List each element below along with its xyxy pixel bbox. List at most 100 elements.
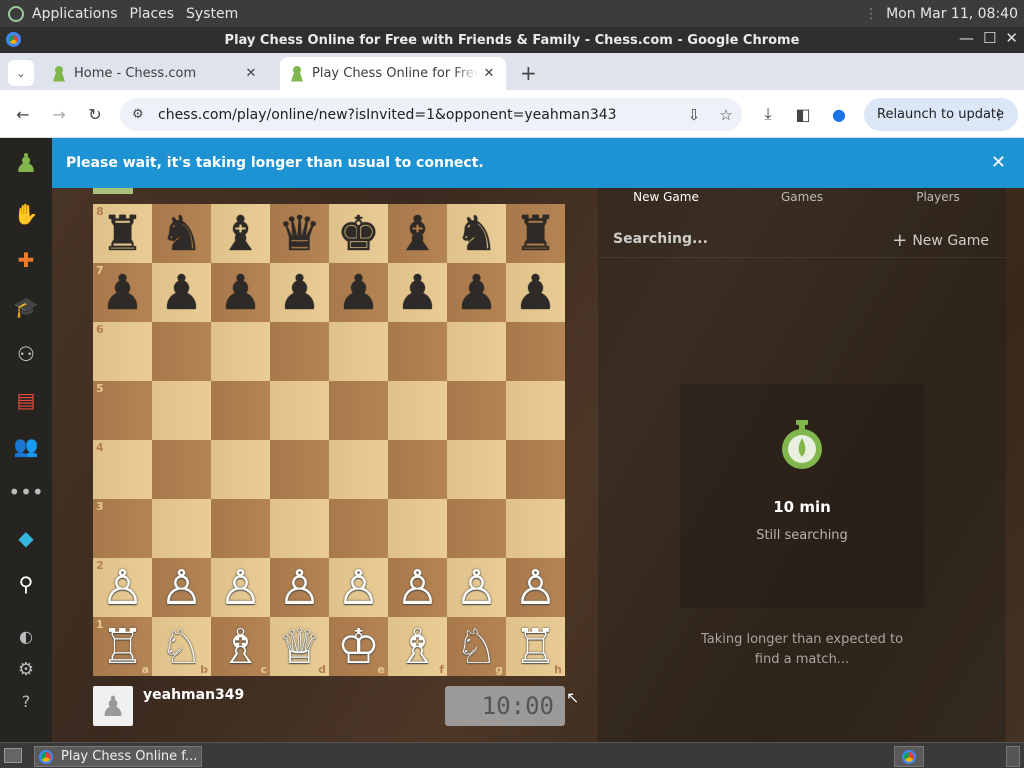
square-g1[interactable]: g ♘ [447, 617, 506, 676]
square-c8[interactable]: ♝ [211, 204, 270, 263]
square-f2[interactable]: ♙ [388, 558, 447, 617]
more-menu-icon[interactable]: ⋮ [992, 107, 1006, 123]
square-e8[interactable]: ♚ [329, 204, 388, 263]
square-a7[interactable]: 7 ♟ [93, 263, 152, 322]
square-g6[interactable] [447, 322, 506, 381]
square-h2[interactable]: ♙ [506, 558, 565, 617]
square-c2[interactable]: ♙ [211, 558, 270, 617]
white-pawn-icon[interactable]: ♙ [337, 564, 380, 612]
avatar[interactable]: ♟ [93, 686, 133, 726]
play-icon[interactable]: ✋ [12, 200, 40, 228]
url-text[interactable]: chess.com/play/online/new?isInvited=1&op… [158, 107, 678, 123]
white-pawn-icon[interactable]: ♙ [278, 564, 321, 612]
square-h5[interactable] [506, 381, 565, 440]
watch-icon[interactable]: ⚇ [12, 340, 40, 368]
help-icon[interactable]: ? [12, 687, 40, 715]
square-e7[interactable]: ♟ [329, 263, 388, 322]
taskbar-window-button[interactable]: Play Chess Online f... [34, 746, 202, 767]
square-f8[interactable]: ♝ [388, 204, 447, 263]
black-bishop-icon[interactable]: ♝ [219, 210, 262, 258]
tab-play-chess[interactable]: Play Chess Online for Free with Friends … [280, 57, 506, 90]
square-e1[interactable]: e ♔ [329, 617, 388, 676]
white-bishop-icon[interactable]: ♗ [219, 623, 262, 671]
black-rook-icon[interactable]: ♜ [514, 210, 557, 258]
maximize-icon[interactable]: ☐ [983, 29, 996, 47]
black-knight-icon[interactable]: ♞ [160, 210, 203, 258]
square-g4[interactable] [447, 440, 506, 499]
install-app-icon[interactable]: ⇩ [678, 106, 710, 124]
downloads-icon[interactable]: ⤓ [756, 102, 780, 126]
square-b5[interactable] [152, 381, 211, 440]
forward-icon[interactable]: → [47, 102, 71, 126]
square-c1[interactable]: c ♗ [211, 617, 270, 676]
square-b3[interactable] [152, 499, 211, 558]
white-king-icon[interactable]: ♔ [337, 623, 380, 671]
black-pawn-icon[interactable]: ♟ [101, 269, 144, 317]
square-d8[interactable]: ♛ [270, 204, 329, 263]
white-pawn-icon[interactable]: ♙ [219, 564, 262, 612]
new-tab-icon[interactable]: + [520, 61, 537, 85]
square-g2[interactable]: ♙ [447, 558, 506, 617]
square-d5[interactable] [270, 381, 329, 440]
more-icon[interactable]: ••• [8, 478, 43, 506]
square-c7[interactable]: ♟ [211, 263, 270, 322]
black-pawn-icon[interactable]: ♟ [219, 269, 262, 317]
learn-icon[interactable]: 🎓 [12, 293, 40, 321]
square-d6[interactable] [270, 322, 329, 381]
square-h8[interactable]: ♜ [506, 204, 565, 263]
black-pawn-icon[interactable]: ♟ [337, 269, 380, 317]
white-pawn-icon[interactable]: ♙ [101, 564, 144, 612]
applications-menu[interactable]: Applications [32, 6, 118, 22]
system-menu[interactable]: System [186, 6, 238, 22]
square-c5[interactable] [211, 381, 270, 440]
places-menu[interactable]: Places [130, 6, 175, 22]
profile-icon[interactable]: ● [827, 102, 851, 126]
social-icon[interactable]: 👥 [12, 432, 40, 460]
tab-home[interactable]: Home - Chess.com ✕ [42, 57, 268, 90]
square-b8[interactable]: ♞ [152, 204, 211, 263]
white-queen-icon[interactable]: ♕ [278, 623, 321, 671]
square-h3[interactable] [506, 499, 565, 558]
black-pawn-icon[interactable]: ♟ [514, 269, 557, 317]
square-f6[interactable] [388, 322, 447, 381]
square-e6[interactable] [329, 322, 388, 381]
news-icon[interactable]: ▤ [12, 386, 40, 414]
square-h4[interactable] [506, 440, 565, 499]
tab-new-game[interactable]: New Game [598, 188, 734, 210]
black-knight-icon[interactable]: ♞ [455, 210, 498, 258]
square-g7[interactable]: ♟ [447, 263, 506, 322]
square-d2[interactable]: ♙ [270, 558, 329, 617]
black-pawn-icon[interactable]: ♟ [455, 269, 498, 317]
white-bishop-icon[interactable]: ♗ [396, 623, 439, 671]
black-queen-icon[interactable]: ♛ [278, 210, 321, 258]
square-h6[interactable] [506, 322, 565, 381]
white-pawn-icon[interactable]: ♙ [514, 564, 557, 612]
black-bishop-icon[interactable]: ♝ [396, 210, 439, 258]
black-pawn-icon[interactable]: ♟ [160, 269, 203, 317]
black-rook-icon[interactable]: ♜ [101, 210, 144, 258]
square-f7[interactable]: ♟ [388, 263, 447, 322]
square-a2[interactable]: 2 ♙ [93, 558, 152, 617]
square-a5[interactable]: 5 [93, 381, 152, 440]
tray-chrome-button[interactable] [894, 746, 924, 767]
white-pawn-icon[interactable]: ♙ [455, 564, 498, 612]
white-rook-icon[interactable]: ♖ [101, 623, 144, 671]
minimize-icon[interactable]: — [959, 29, 974, 47]
black-pawn-icon[interactable]: ♟ [396, 269, 439, 317]
player-username[interactable]: yeahman349 [143, 687, 244, 703]
square-b1[interactable]: b ♘ [152, 617, 211, 676]
show-desktop-icon[interactable] [4, 748, 22, 763]
square-g5[interactable] [447, 381, 506, 440]
new-game-button[interactable]: + New Game [892, 229, 989, 251]
search-icon[interactable]: ⚲ [12, 570, 40, 598]
black-pawn-icon[interactable]: ♟ [278, 269, 321, 317]
gnome-foot-icon[interactable] [8, 5, 24, 22]
square-e3[interactable] [329, 499, 388, 558]
square-d4[interactable] [270, 440, 329, 499]
black-king-icon[interactable]: ♚ [337, 210, 380, 258]
square-d7[interactable]: ♟ [270, 263, 329, 322]
square-c3[interactable] [211, 499, 270, 558]
square-b2[interactable]: ♙ [152, 558, 211, 617]
workspace-switcher[interactable] [1006, 746, 1020, 767]
chrome-icon[interactable] [6, 32, 21, 47]
